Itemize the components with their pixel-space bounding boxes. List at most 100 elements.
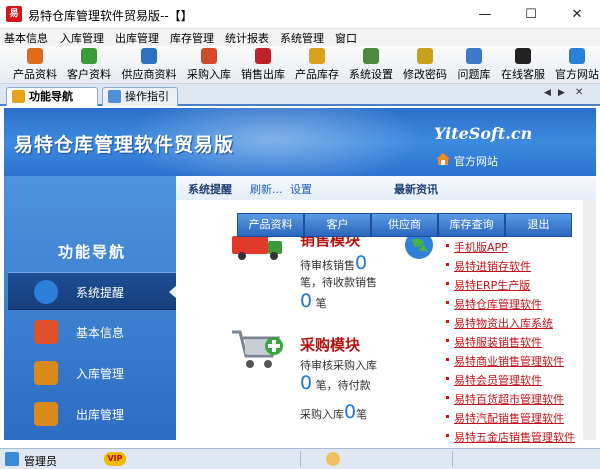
news-link[interactable]: 易特ERP生产版 — [454, 277, 530, 293]
toolbar-label: 采购入库 — [187, 68, 231, 81]
menu-outbound[interactable]: 出库管理 — [115, 30, 159, 46]
user-icon — [5, 452, 19, 466]
tab-next-icon[interactable]: ▶ — [558, 88, 565, 98]
toolbar-sales-button[interactable]: 销售出库 — [240, 48, 286, 82]
bullet-icon — [446, 244, 449, 247]
news-link[interactable]: 易特会员管理软件 — [454, 372, 542, 388]
toolbar-website-button[interactable]: 官方网站 — [554, 48, 600, 82]
nav-item-system-reminder[interactable]: 系统提醒 — [8, 272, 177, 310]
settings-link[interactable]: 设置 — [290, 181, 312, 197]
bullet-icon — [446, 358, 449, 361]
menu-inventory[interactable]: 库存管理 — [170, 30, 214, 46]
status-bar: 管理员 VIP — [0, 448, 600, 469]
password-icon — [417, 48, 433, 64]
nav-item-label: 入库管理 — [76, 367, 125, 381]
box-out-icon — [34, 402, 58, 426]
banner-brand: YiteSoft.cn — [434, 124, 533, 143]
quick-customer-button[interactable]: 客户 — [304, 213, 371, 237]
quick-product-button[interactable]: 产品资料 — [237, 213, 304, 237]
news-link[interactable]: 易特仓库管理软件 — [454, 296, 542, 312]
tab-prev-icon[interactable]: ◀ — [544, 88, 551, 98]
news-link[interactable]: 易特物资出入库系统 — [454, 315, 553, 331]
status-divider — [452, 451, 453, 467]
purchase-pending-audit-value[interactable]: 0 — [300, 372, 312, 394]
sales-pending-audit-value[interactable]: 0 — [355, 252, 367, 274]
smiley-icon — [326, 452, 340, 466]
official-site-link[interactable]: 官方网站 — [454, 153, 498, 169]
purchase-inbound-value[interactable]: 0 — [344, 401, 356, 423]
toolbar-password-button[interactable]: 修改密码 — [402, 48, 448, 82]
close-button[interactable]: ✕ — [554, 0, 600, 29]
toolbar-customer-button[interactable]: 客户资料 — [66, 48, 112, 82]
latest-news-heading: 最新资讯 — [394, 183, 438, 196]
toolbar-label: 客户资料 — [67, 68, 111, 81]
main-scrollbar[interactable] — [583, 200, 596, 440]
toolbar-label: 系统设置 — [349, 68, 393, 81]
cubes-icon — [34, 320, 58, 344]
toolbar-label: 官方网站 — [555, 68, 599, 81]
purchase-unit: 笔 — [356, 408, 368, 421]
toolbar-online-service-button[interactable]: 在线客服 — [500, 48, 546, 82]
sales-unit: 笔 — [315, 297, 327, 310]
news-link[interactable]: 手机版APP — [454, 239, 508, 255]
news-link[interactable]: 易特进销存软件 — [454, 258, 531, 274]
purchase-inbound-label: 采购入库 — [300, 408, 344, 421]
maximize-button[interactable]: ☐ — [508, 0, 554, 29]
vip-badge-icon[interactable]: VIP — [104, 452, 126, 466]
quick-stock-query-button[interactable]: 库存查询 — [438, 213, 505, 237]
quick-exit-button[interactable]: 退出 — [505, 213, 572, 237]
menu-reports[interactable]: 统计报表 — [225, 30, 269, 46]
news-link[interactable]: 易特服装销售软件 — [454, 334, 542, 350]
main-panel: 系统提醒 刷新... 设置 最新资讯 销售模块 待审核销售0 笔，待收款销售 0… — [176, 176, 596, 444]
nav-item-basic-info[interactable]: 基本信息 — [8, 313, 176, 351]
tab-label: 功能导航 — [29, 90, 73, 103]
home-icon — [436, 153, 450, 165]
menu-window[interactable]: 窗口 — [335, 30, 357, 46]
tab-function-nav[interactable]: 功能导航 — [6, 87, 98, 106]
tab-close-icon[interactable]: ✕ — [575, 87, 583, 98]
tab-operation-guide[interactable]: 操作指引 — [102, 87, 178, 106]
toolbar-supplier-button[interactable]: 供应商资料 — [120, 48, 178, 82]
toolbar-stock-button[interactable]: 产品库存 — [294, 48, 340, 82]
bullet-icon — [446, 320, 449, 323]
left-nav: 功能导航 系统提醒 基本信息 入库管理 出库管理 — [4, 176, 177, 440]
toolbar-faq-button[interactable]: 问题库 — [456, 48, 492, 82]
nav-item-outbound[interactable]: 出库管理 — [8, 395, 176, 433]
shopping-cart-icon — [232, 330, 283, 368]
toolbar-label: 产品库存 — [295, 68, 339, 81]
header-banner: 易特仓库管理软件贸易版 YiteSoft.cn 官方网站 — [4, 108, 596, 176]
toolbar-label: 问题库 — [457, 68, 491, 81]
sales-pending-receipt: 0 笔 — [300, 290, 327, 312]
bullet-icon — [446, 434, 449, 437]
menu-bar: 基本信息 入库管理 出库管理 库存管理 统计报表 系统管理 窗口 — [0, 29, 600, 46]
window-title: 易特仓库管理软件贸易版--【】 — [28, 9, 193, 23]
quick-supplier-button[interactable]: 供应商 — [371, 213, 438, 237]
menu-basic-info[interactable]: 基本信息 — [4, 30, 48, 46]
nav-item-inbound[interactable]: 入库管理 — [8, 354, 176, 392]
stock-icon — [309, 48, 325, 64]
bullet-icon — [446, 263, 449, 266]
tab-strip: 功能导航 操作指引 ◀ ▶ ✕ — [0, 84, 600, 106]
bullet-icon — [446, 377, 449, 380]
supplier-icon — [141, 48, 157, 64]
menu-system[interactable]: 系统管理 — [280, 30, 324, 46]
news-link[interactable]: 易特五金店销售管理软件 — [454, 429, 575, 445]
news-link[interactable]: 易特商业销售管理软件 — [454, 353, 564, 369]
purchase-pending-pay-label: 笔，待付款 — [315, 379, 371, 392]
toolbar-settings-button[interactable]: 系统设置 — [348, 48, 394, 82]
minimize-button[interactable]: — — [462, 0, 508, 29]
toolbar-purchase-button[interactable]: 采购入库 — [186, 48, 232, 82]
banner-title: 易特仓库管理软件贸易版 — [14, 134, 235, 156]
nav-item-label: 出库管理 — [76, 408, 125, 422]
toolbar-product-button[interactable]: 产品资料 — [12, 48, 58, 82]
sales-icon — [255, 48, 271, 64]
sales-pending-receipt-value[interactable]: 0 — [300, 290, 312, 312]
status-user: 管理员 — [24, 455, 57, 468]
nav-header: 功能导航 — [57, 243, 126, 261]
app-logo-icon: 易 — [6, 6, 22, 22]
menu-inbound[interactable]: 入库管理 — [60, 30, 104, 46]
bullet-icon — [446, 339, 449, 342]
refresh-link[interactable]: 刷新... — [250, 181, 283, 197]
news-link[interactable]: 易特百货超市管理软件 — [454, 391, 564, 407]
news-link[interactable]: 易特汽配销售管理软件 — [454, 410, 564, 426]
